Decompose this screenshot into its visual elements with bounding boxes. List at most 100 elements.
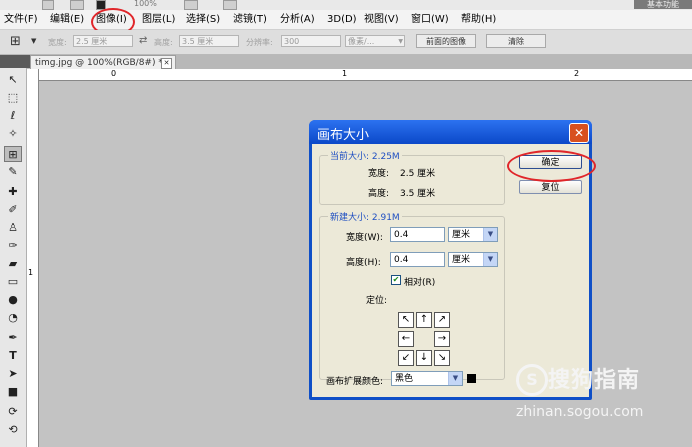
options-bar: ⊞ ▼ 宽度: 2.5 厘米 ⇄ 高度: 3.5 厘米 分辨率: 300 像素/… <box>0 30 692 55</box>
width-unit-select[interactable]: 厘米 ▼ <box>448 227 498 242</box>
resolution-unit-value: 像素/... <box>348 37 375 46</box>
move-tool-icon[interactable]: ↖ <box>4 72 22 88</box>
pen-tool-icon[interactable]: ✒ <box>4 330 22 346</box>
sogou-logo-icon: S <box>516 364 548 396</box>
anchor-top-right-icon[interactable]: ↗ <box>434 312 450 328</box>
anchor-label: 定位: <box>366 296 388 306</box>
resolution-unit-select[interactable]: 像素/... ▼ <box>345 35 405 47</box>
front-image-button[interactable]: 前面的图像 <box>416 34 476 48</box>
crop-tool-icon[interactable]: ⊞ <box>10 34 21 49</box>
ruler-mark-2: 2 <box>574 69 580 78</box>
current-size-title: 当前大小: 2.25M <box>328 149 402 162</box>
vertical-ruler[interactable]: 1 <box>27 69 39 447</box>
resolution-label: 分辨率: <box>246 38 273 47</box>
current-width-label: 宽度: <box>368 169 390 179</box>
marquee-tool-icon[interactable]: ⬚ <box>4 90 22 106</box>
chevron-down-icon: ▼ <box>448 372 462 385</box>
healing-brush-tool-icon[interactable]: ✚ <box>4 184 22 200</box>
width-unit-value: 厘米 <box>452 230 471 240</box>
gradient-tool-icon[interactable]: ▭ <box>4 274 22 290</box>
horizontal-ruler[interactable]: 0 1 2 <box>38 69 692 81</box>
menu-analysis[interactable]: 分析(A) <box>280 13 315 26</box>
dialog-title: 画布大小 <box>317 128 370 143</box>
magic-wand-tool-icon[interactable]: ✧ <box>4 126 22 142</box>
close-icon[interactable]: ✕ <box>161 58 172 69</box>
current-size-group: 当前大小: 2.25M 宽度: 2.5 厘米 高度: 3.5 厘米 <box>319 149 505 205</box>
current-width-value: 2.5 厘米 <box>400 169 436 179</box>
resolution-field[interactable]: 300 <box>281 35 341 47</box>
menu-help[interactable]: 帮助(H) <box>461 13 496 26</box>
3d-orbit-tool-icon[interactable]: ⟲ <box>4 422 22 438</box>
chevron-down-icon: ▼ <box>398 38 403 45</box>
menu-filter[interactable]: 滤镜(T) <box>233 13 267 26</box>
menu-view[interactable]: 视图(V) <box>364 13 399 26</box>
menu-layer[interactable]: 图层(L) <box>142 13 175 26</box>
chevron-down-icon: ▼ <box>483 228 497 241</box>
anchor-bottom-right-icon[interactable]: ↘ <box>434 350 450 366</box>
zoom-level[interactable]: 100% <box>134 0 157 8</box>
new-height-label: 高度(H): <box>346 258 381 268</box>
crop-tool-icon[interactable]: ⊞ <box>4 146 22 162</box>
ruler-mark-1: 1 <box>342 69 348 78</box>
workspace-switcher[interactable]: 基本功能 <box>634 0 692 9</box>
anchor-top-left-icon[interactable]: ↖ <box>398 312 414 328</box>
new-width-input[interactable]: 0.4 <box>390 227 445 242</box>
new-width-label: 宽度(W): <box>346 233 383 243</box>
swap-icon[interactable]: ⇄ <box>139 35 147 46</box>
3d-rotate-tool-icon[interactable]: ⟳ <box>4 404 22 420</box>
height-label: 高度: <box>154 38 173 47</box>
shape-tool-icon[interactable]: ■ <box>4 384 22 400</box>
height-field[interactable]: 3.5 厘米 <box>179 35 239 47</box>
menu-3d[interactable]: 3D(D) <box>327 13 357 26</box>
close-icon[interactable]: ✕ <box>569 123 589 143</box>
clear-button[interactable]: 清除 <box>486 34 546 48</box>
anchor-middle-right-icon[interactable]: → <box>434 331 450 347</box>
new-height-input[interactable]: 0.4 <box>390 252 445 267</box>
chevron-down-icon: ▼ <box>483 253 497 266</box>
document-tab[interactable]: timg.jpg @ 100%(RGB/8#) * ✕ <box>30 55 176 69</box>
width-field[interactable]: 2.5 厘米 <box>73 35 133 47</box>
screen-mode-icon[interactable] <box>223 0 237 10</box>
dodge-tool-icon[interactable]: ◔ <box>4 310 22 326</box>
menu-select[interactable]: 选择(S) <box>186 13 220 26</box>
brush-tool-icon[interactable]: ✐ <box>4 202 22 218</box>
height-unit-value: 厘米 <box>452 255 471 265</box>
anchor-bottom-center-icon[interactable]: ↓ <box>416 350 432 366</box>
menu-edit[interactable]: 编辑(E) <box>50 13 84 26</box>
current-height-value: 3.5 厘米 <box>400 189 436 199</box>
toolbox-header[interactable] <box>0 55 32 68</box>
watermark-brand: 搜狗指南 <box>548 368 641 393</box>
history-brush-tool-icon[interactable]: ✑ <box>4 238 22 254</box>
eyedropper-tool-icon[interactable]: ✎ <box>4 164 22 180</box>
toolbox: ↖ ⬚ ℓ ✧ ⊞ ✎ ✚ ✐ ♙ ✑ ▰ ▭ ● ◔ ✒ T ➤ ■ ⟳ ⟲ <box>0 68 27 447</box>
ruler-mark-v1: 1 <box>28 268 34 277</box>
anchor-top-center-icon[interactable]: ↑ <box>416 312 432 328</box>
extension-color-select[interactable]: 黑色 ▼ <box>391 371 463 386</box>
relative-label[interactable]: 相对(R) <box>404 275 435 288</box>
eraser-tool-icon[interactable]: ▰ <box>4 256 22 272</box>
anchor-grid: ↖ ↑ ↗ ← → ↙ ↓ ↘ <box>398 312 451 369</box>
height-unit-select[interactable]: 厘米 ▼ <box>448 252 498 267</box>
bridge-icon[interactable] <box>70 0 84 10</box>
extension-color-swatch[interactable] <box>467 374 476 383</box>
dialog-titlebar[interactable]: 画布大小 ✕ <box>309 120 592 144</box>
clone-stamp-tool-icon[interactable]: ♙ <box>4 220 22 236</box>
tab-bar-background <box>176 55 692 69</box>
anchor-bottom-left-icon[interactable]: ↙ <box>398 350 414 366</box>
anchor-middle-left-icon[interactable]: ← <box>398 331 414 347</box>
arrange-icon[interactable] <box>184 0 198 10</box>
reset-button[interactable]: 复位 <box>519 180 582 194</box>
tool-preset-chevron-icon[interactable]: ▼ <box>31 37 36 45</box>
new-size-title: 新建大小: 2.91M <box>328 210 402 223</box>
menu-window[interactable]: 窗口(W) <box>411 13 449 26</box>
lasso-tool-icon[interactable]: ℓ <box>4 108 22 124</box>
menu-file[interactable]: 文件(F) <box>4 13 38 26</box>
relative-checkbox[interactable]: ✔ <box>391 275 401 285</box>
path-selection-tool-icon[interactable]: ➤ <box>4 366 22 382</box>
ruler-mark-0: 0 <box>111 69 117 78</box>
extension-color-label: 画布扩展颜色: <box>326 377 384 387</box>
anchor-center[interactable] <box>416 331 432 347</box>
current-height-label: 高度: <box>368 189 390 199</box>
type-tool-icon[interactable]: T <box>4 348 22 364</box>
blur-tool-icon[interactable]: ● <box>4 292 22 308</box>
